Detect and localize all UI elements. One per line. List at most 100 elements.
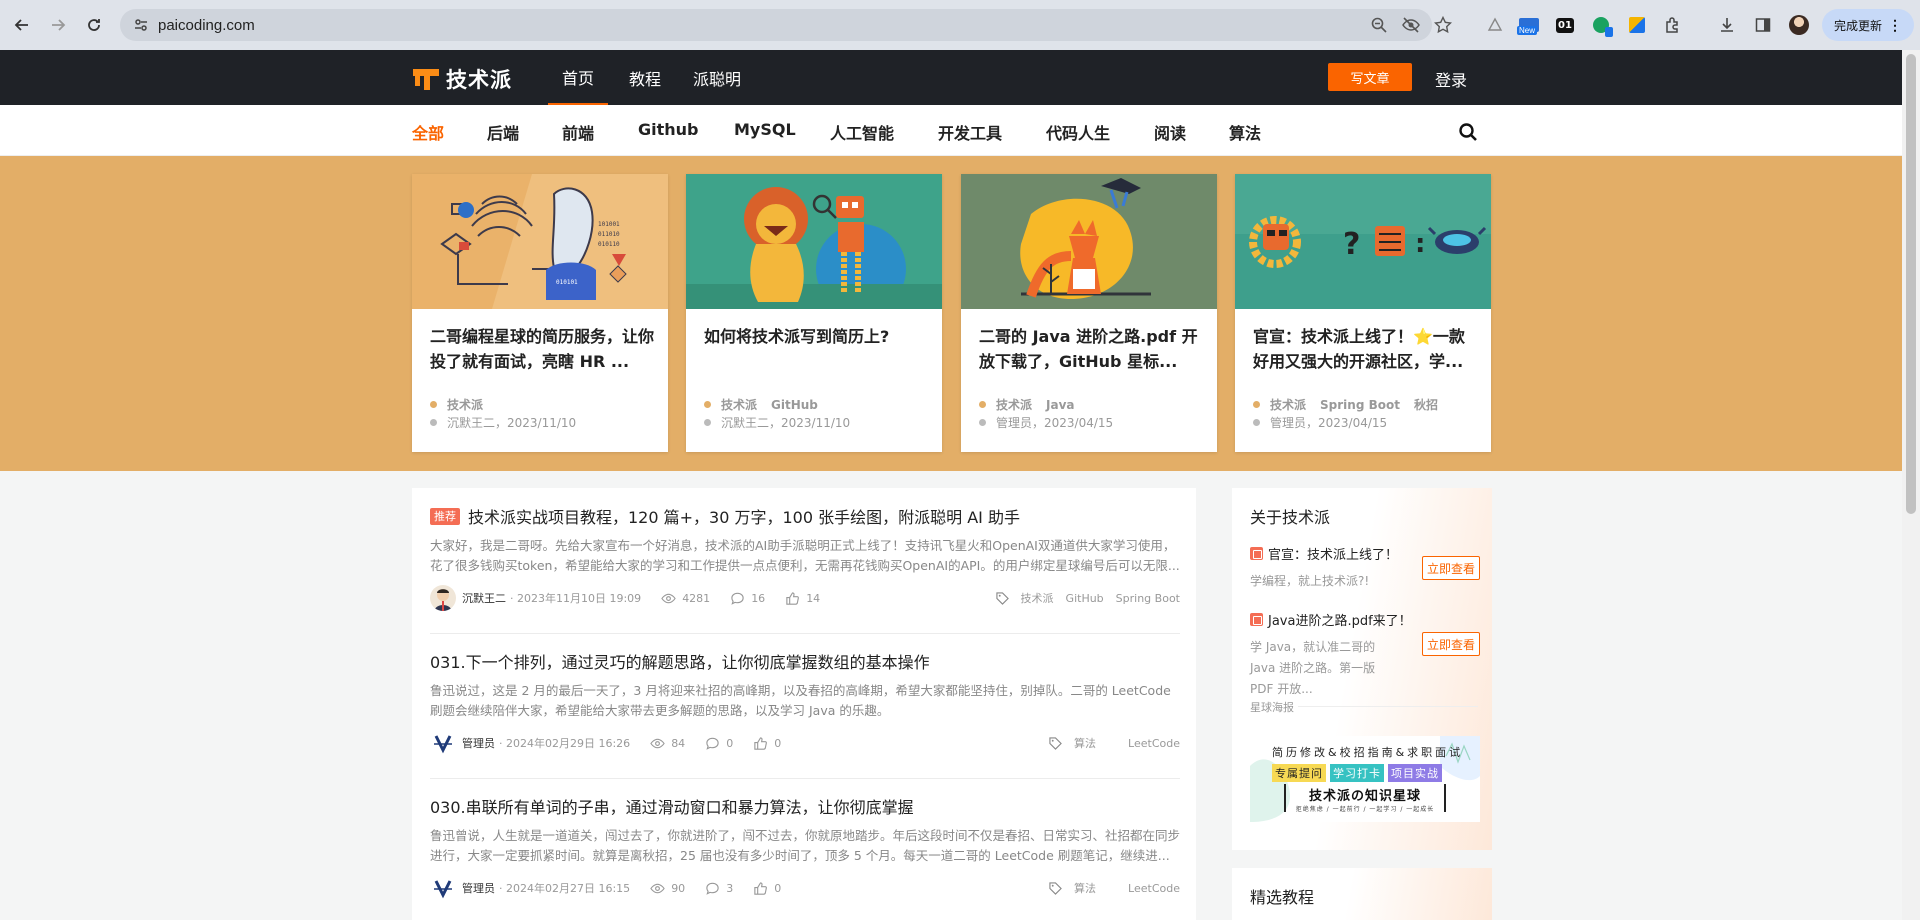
write-article-button[interactable]: 写文章 <box>1328 63 1412 91</box>
scrollbar-thumb[interactable] <box>1906 54 1916 514</box>
likes-stat[interactable]: 0 <box>753 881 781 896</box>
author-name[interactable]: 管理员 <box>462 735 495 751</box>
avatar[interactable] <box>430 730 456 756</box>
comments-count: 3 <box>726 881 734 895</box>
view-now-button[interactable]: 立即查看 <box>1422 556 1480 580</box>
category-mysql[interactable]: MySQL <box>734 120 796 139</box>
category-backend[interactable]: 后端 <box>487 120 519 144</box>
article-title-row[interactable]: 030.串联所有单词的子串，通过滑动窗口和暴力算法，让你彻底掌握 <box>430 794 1180 818</box>
featured-card[interactable]: 如何将技术派写到简历上? 技术派 GitHub 沉默王二，2023/11/10 <box>686 174 942 452</box>
login-link[interactable]: 登录 <box>1435 67 1467 91</box>
forward-icon[interactable] <box>46 13 70 37</box>
featured-tag[interactable]: Java <box>1046 398 1074 412</box>
logo[interactable]: 技术派 <box>412 64 512 94</box>
article-tag[interactable]: Spring Boot <box>1116 592 1180 605</box>
avatar[interactable] <box>430 585 456 611</box>
article-tag[interactable]: GitHub <box>1066 592 1104 605</box>
featured-tag[interactable]: GitHub <box>771 398 818 412</box>
download-icon[interactable] <box>1716 14 1738 36</box>
featured-meta: 管理员，2023/04/15 <box>979 414 1113 431</box>
featured-meta: 管理员，2023/04/15 <box>1253 414 1387 431</box>
article-tag[interactable]: 技术派 <box>1021 590 1054 606</box>
notice-title[interactable]: 官宣：技术派上线了！ <box>1268 544 1398 563</box>
notice-item[interactable]: Java进阶之路.pdf来了！ 学 Java，就认准二哥的 Java 进阶之路。… <box>1250 610 1480 700</box>
ext-triangle-icon[interactable] <box>1484 14 1506 36</box>
comments-stat[interactable]: 3 <box>705 881 733 896</box>
ext-green-icon[interactable] <box>1590 14 1613 37</box>
svg-text:010101: 010101 <box>556 279 578 286</box>
view-now-button[interactable]: 立即查看 <box>1422 632 1480 656</box>
featured-tag[interactable]: 技术派 <box>996 396 1032 413</box>
category-algorithm[interactable]: 算法 <box>1229 120 1261 144</box>
profile-avatar-icon[interactable] <box>1788 14 1810 36</box>
update-button[interactable]: 完成更新 ⋮ <box>1822 9 1914 41</box>
site-info-icon[interactable] <box>132 16 150 34</box>
bookmark-star-icon[interactable] <box>1434 16 1452 34</box>
search-icon[interactable] <box>1458 122 1478 142</box>
comments-stat[interactable]: 16 <box>730 591 765 606</box>
category-ai[interactable]: 人工智能 <box>830 120 894 144</box>
nav-paicongming[interactable]: 派聪明 <box>693 50 741 105</box>
featured-title[interactable]: 如何将技术派写到简历上? <box>704 324 928 349</box>
likes-stat[interactable]: 14 <box>785 591 820 606</box>
article-title[interactable]: 技术派实战项目教程，120 篇+，30 万字，100 张手绘图，附派聪明 AI … <box>468 504 1020 528</box>
tutorial-title: 精选教程 <box>1250 888 1315 907</box>
author-name[interactable]: 沉默王二 <box>462 590 506 606</box>
reload-icon[interactable] <box>82 13 106 37</box>
featured-tag[interactable]: 技术派 <box>447 396 483 413</box>
zoom-icon[interactable] <box>1370 16 1388 34</box>
nav-tutorial[interactable]: 教程 <box>629 50 661 105</box>
article-title[interactable]: 031.下一个排列，通过灵巧的解题思路，让你彻底掌握数组的基本操作 <box>430 649 930 673</box>
featured-title[interactable]: 二哥编程星球的简历服务，让你投了就有面试，亮瞎 HR ... <box>430 324 654 374</box>
side-panel-icon[interactable] <box>1752 14 1774 36</box>
category-all[interactable]: 全部 <box>412 120 444 144</box>
featured-author-date: 沉默王二，2023/11/10 <box>721 416 851 430</box>
author-name[interactable]: 管理员 <box>462 880 495 896</box>
eye-off-icon[interactable] <box>1402 16 1420 34</box>
planet-poster[interactable]: 简历修改&校招指南&求职面试 专属提问 学习打卡 项目实战 技术派の知识星球 拒… <box>1250 736 1480 822</box>
ext-puzzle-color-icon[interactable] <box>1626 14 1648 36</box>
article-title-row[interactable]: 031.下一个排列，通过灵巧的解题思路，让你彻底掌握数组的基本操作 <box>430 649 1180 673</box>
category-code-life[interactable]: 代码人生 <box>1046 120 1110 144</box>
ext-01-icon[interactable]: 01 <box>1554 14 1576 36</box>
meta-dot <box>704 419 711 426</box>
article-tag[interactable]: 算法 <box>1074 880 1096 896</box>
notice-item[interactable]: 官宣：技术派上线了！ 学编程，就上技术派?! 立即查看 <box>1250 544 1480 592</box>
featured-tag[interactable]: 技术派 <box>721 396 757 413</box>
featured-card[interactable]: 010101 101001 011010 010110 二哥编程星球的简历服务，… <box>412 174 668 452</box>
featured-tag[interactable]: 秋招 <box>1414 396 1438 413</box>
featured-tag[interactable]: 技术派 <box>1270 396 1306 413</box>
comment-icon <box>706 737 719 750</box>
notice-title[interactable]: Java进阶之路.pdf来了！ <box>1268 610 1412 629</box>
likes-stat[interactable]: 0 <box>753 736 781 751</box>
article-tag[interactable]: LeetCode <box>1128 737 1180 750</box>
article-tag[interactable]: 算法 <box>1074 735 1096 751</box>
article-title-row[interactable]: 推荐 技术派实战项目教程，120 篇+，30 万字，100 张手绘图，附派聪明 … <box>430 504 1180 528</box>
address-bar[interactable]: paicoding.com <box>120 9 1452 41</box>
article-title[interactable]: 030.串联所有单词的子串，通过滑动窗口和暴力算法，让你彻底掌握 <box>430 794 914 818</box>
scrollbar[interactable] <box>1902 50 1920 920</box>
list-item[interactable]: 030.串联所有单词的子串，通过滑动窗口和暴力算法，让你彻底掌握 鲁迅曾说，人生… <box>430 794 1180 902</box>
ext-new-icon[interactable]: New <box>1517 14 1540 36</box>
nav-home[interactable]: 首页 <box>548 50 609 105</box>
featured-author-date: 管理员，2023/04/15 <box>1270 416 1388 430</box>
featured-card[interactable]: ? : 官宣：技术派上线了！⭐一款好用又强大的开源社区，学... 技术派 Spr… <box>1235 174 1491 452</box>
comments-stat[interactable]: 0 <box>705 736 733 751</box>
category-frontend[interactable]: 前端 <box>562 120 594 144</box>
url-text[interactable]: paicoding.com <box>158 17 255 34</box>
list-item[interactable]: 推荐 技术派实战项目教程，120 篇+，30 万字，100 张手绘图，附派聪明 … <box>430 504 1180 612</box>
list-item[interactable]: 031.下一个排列，通过灵巧的解题思路，让你彻底掌握数组的基本操作 鲁迅说过，这… <box>430 649 1180 757</box>
back-icon[interactable] <box>10 13 34 37</box>
category-github[interactable]: Github <box>638 120 699 139</box>
featured-card[interactable]: 二哥的 Java 进阶之路.pdf 开放下载了，GitHub 星标... 技术派… <box>961 174 1217 452</box>
category-reading[interactable]: 阅读 <box>1154 120 1186 144</box>
avatar[interactable] <box>430 875 456 901</box>
article-tag[interactable]: LeetCode <box>1128 882 1180 895</box>
thumbs-up-icon <box>754 881 768 895</box>
comment-icon <box>706 882 719 895</box>
featured-title[interactable]: 官宣：技术派上线了！⭐一款好用又强大的开源社区，学... <box>1253 324 1477 374</box>
featured-title[interactable]: 二哥的 Java 进阶之路.pdf 开放下载了，GitHub 星标... <box>979 324 1203 374</box>
category-devtools[interactable]: 开发工具 <box>938 120 1002 144</box>
extensions-icon[interactable] <box>1662 14 1684 36</box>
featured-tag[interactable]: Spring Boot <box>1320 398 1400 412</box>
